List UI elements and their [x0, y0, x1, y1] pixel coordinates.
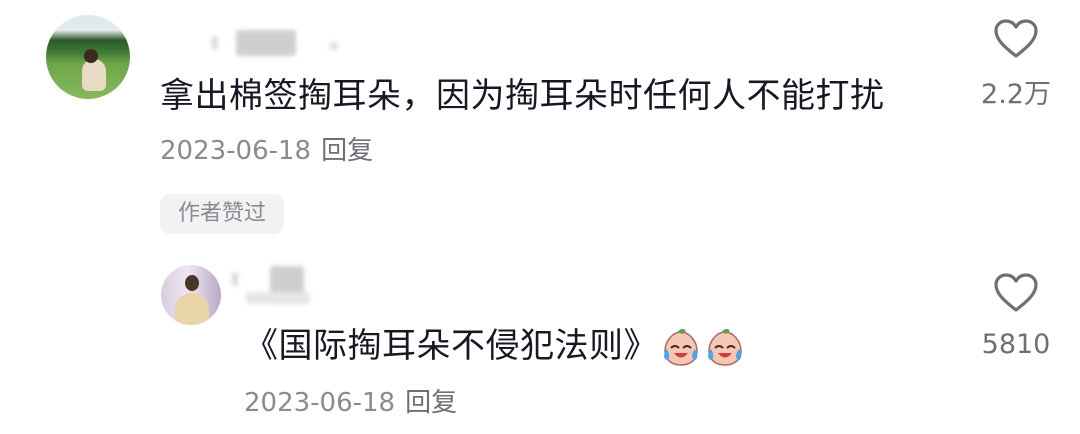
like-button[interactable]: 2.2万 — [968, 18, 1064, 112]
author-liked-badge: 作者赞过 — [160, 194, 285, 234]
reply-button[interactable]: 回复 — [321, 136, 373, 166]
avatar-figure — [175, 293, 209, 325]
comment-date: 2023-06-18 — [244, 388, 396, 418]
comment-date: 2023-06-18 — [160, 136, 312, 166]
comment-meta: 2023-06-18 回复 — [160, 134, 373, 168]
comment-meta: 2023-06-18 回复 — [244, 386, 457, 420]
username-blurred — [246, 292, 310, 304]
like-count: 5810 — [981, 329, 1051, 360]
avatar-head — [185, 275, 199, 291]
avatar-figure — [82, 59, 106, 91]
comment-thread: 拿出棉签掏耳朵，因为掏耳朵时任何人不能打扰 2023-06-18 回复 作者赞过 … — [0, 0, 1080, 434]
comment-text[interactable]: 拿出棉签掏耳朵，因为掏耳朵时任何人不能打扰 — [160, 74, 885, 118]
heart-outline-icon — [994, 19, 1038, 58]
username-blurred — [330, 42, 338, 50]
username-blurred[interactable] — [232, 272, 238, 286]
like-button[interactable]: 5810 — [968, 272, 1064, 362]
avatar[interactable] — [161, 265, 221, 325]
reply-button[interactable]: 回复 — [405, 388, 457, 418]
like-count: 2.2万 — [981, 79, 1051, 110]
crying-laugh-emoji — [708, 328, 742, 366]
comment-text-body: 《国际掏耳朵不侵犯法则》 — [244, 326, 658, 366]
avatar[interactable] — [46, 15, 130, 99]
username-blurred[interactable] — [236, 30, 296, 56]
heart-outline-icon — [994, 273, 1038, 312]
comment-text[interactable]: 《国际掏耳朵不侵犯法则》 — [244, 323, 746, 369]
username-blurred[interactable] — [212, 36, 218, 50]
avatar-head — [84, 49, 98, 63]
crying-laugh-emoji — [664, 328, 698, 366]
